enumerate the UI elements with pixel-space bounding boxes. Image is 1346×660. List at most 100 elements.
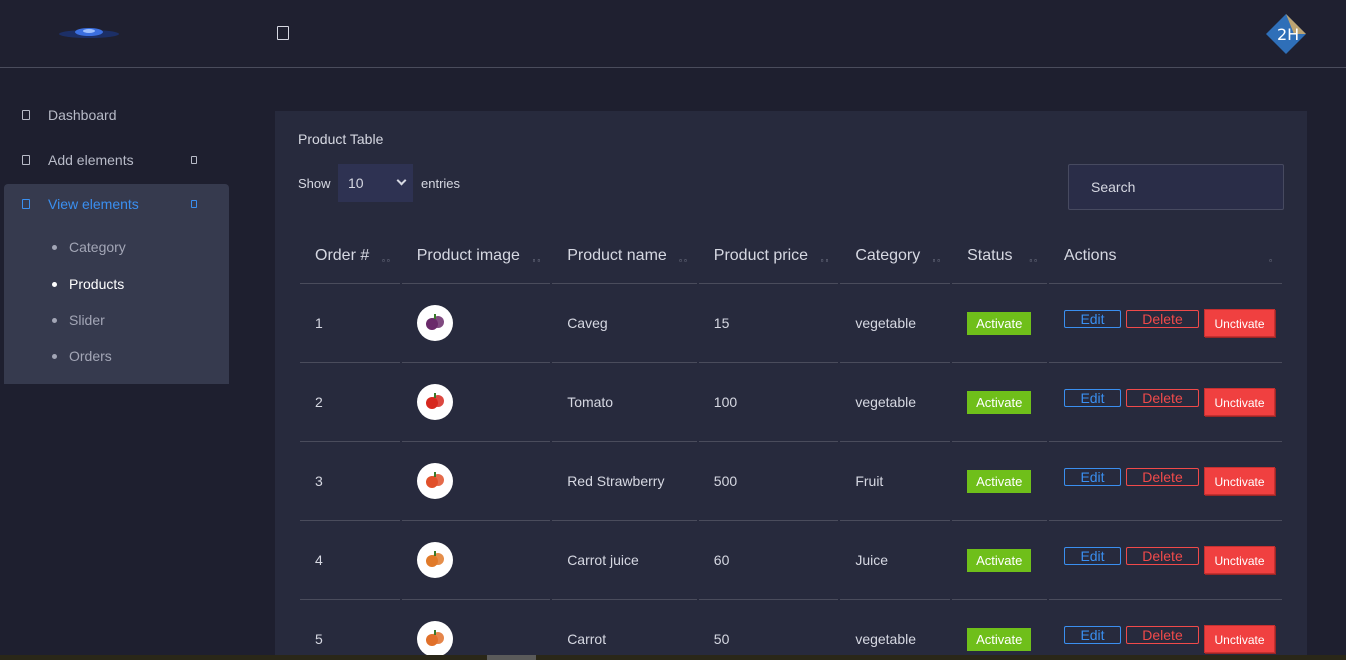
search-placeholder: Search <box>1091 179 1136 195</box>
delete-button[interactable]: Delete <box>1126 547 1199 565</box>
unactivate-button[interactable]: Unctivate <box>1204 309 1275 337</box>
cell-actions: Edit Delete Unctivate <box>1049 600 1282 660</box>
cell-price: 500 <box>698 442 839 521</box>
card-title: Product Table <box>298 131 384 147</box>
column-header-actions[interactable]: Actions ▫ <box>1049 229 1282 284</box>
unactivate-button[interactable]: Unctivate <box>1204 625 1275 653</box>
sort-icon: ▫▫ <box>932 256 943 265</box>
cell-image <box>402 600 550 660</box>
chevron-down-icon <box>396 175 407 186</box>
eye-icon <box>22 199 30 209</box>
svg-text:2H: 2H <box>1277 25 1299 44</box>
bullet-icon <box>52 353 57 359</box>
chevron-icon <box>191 156 197 164</box>
activate-button[interactable]: Activate <box>967 311 1032 335</box>
submenu-item-orders[interactable]: Orders <box>52 348 112 364</box>
table-row: 2 Tomato 100 vegetable Activate Edit Del… <box>300 363 1282 442</box>
column-header-name[interactable]: Product name ▫▫ <box>552 229 697 284</box>
sidebar-item-label: Dashboard <box>48 107 117 123</box>
entries-select[interactable]: 10 <box>338 164 413 202</box>
product-table: Order # ▫▫ Product image ▫▫ Product name ▫▫… <box>298 229 1284 660</box>
search-input[interactable]: Search <box>1068 164 1284 210</box>
product-thumbnail[interactable] <box>416 542 453 578</box>
sidebar-item-label: View elements <box>48 196 139 212</box>
submenu-item-label: Products <box>69 276 125 292</box>
cell-status: Activate <box>952 521 1047 600</box>
dashboard-icon <box>22 110 30 120</box>
menu-toggle-icon[interactable] <box>277 26 289 40</box>
chevron-icon <box>191 200 197 208</box>
cell-category: vegetable <box>840 284 951 363</box>
submenu-item-products[interactable]: Products <box>52 276 124 292</box>
product-thumbnail[interactable] <box>416 305 453 341</box>
plus-icon <box>22 155 30 165</box>
cell-category: Fruit <box>840 442 951 521</box>
activate-button[interactable]: Activate <box>967 390 1032 414</box>
edit-button[interactable]: Edit <box>1064 310 1121 328</box>
sidebar-item-add-elements[interactable]: Add elements <box>0 140 232 180</box>
cell-name: Carrot <box>552 600 697 660</box>
table-row: 1 Caveg 15 vegetable Activate Edit Delet… <box>300 284 1282 363</box>
cell-actions: Edit Delete Unctivate <box>1049 284 1282 363</box>
sidebar-item-dashboard[interactable]: Dashboard <box>0 95 232 135</box>
submenu-item-label: Orders <box>69 348 112 364</box>
brand-logo[interactable] <box>56 24 122 42</box>
edit-button[interactable]: Edit <box>1064 389 1121 407</box>
horizontal-scrollbar[interactable] <box>0 655 1346 660</box>
delete-button[interactable]: Delete <box>1126 310 1199 328</box>
activate-button[interactable]: Activate <box>967 548 1032 572</box>
delete-button[interactable]: Delete <box>1126 389 1199 407</box>
cell-actions: Edit Delete Unctivate <box>1049 442 1282 521</box>
cell-status: Activate <box>952 363 1047 442</box>
show-label: Show <box>298 176 331 191</box>
edit-button[interactable]: Edit <box>1064 547 1121 565</box>
column-header-image[interactable]: Product image ▫▫ <box>401 229 551 284</box>
cell-price: 100 <box>698 363 839 442</box>
unactivate-button[interactable]: Unctivate <box>1204 546 1275 574</box>
delete-button[interactable]: Delete <box>1126 468 1199 486</box>
activate-button[interactable]: Activate <box>967 627 1032 651</box>
cell-status: Activate <box>952 600 1047 660</box>
product-thumbnail[interactable] <box>416 463 453 499</box>
submenu-item-label: Category <box>69 239 126 255</box>
activate-button[interactable]: Activate <box>967 469 1032 493</box>
scrollbar-thumb[interactable] <box>487 655 536 660</box>
sort-icon: ▫▫ <box>1029 256 1039 265</box>
table-row: 4 Carrot juice 60 Juice Activate Edit De… <box>300 521 1282 600</box>
entries-value: 10 <box>348 175 364 191</box>
cell-image <box>401 521 551 600</box>
cell-price: 50 <box>699 600 839 660</box>
cell-price: 60 <box>698 521 839 600</box>
sidebar-item-label: Add elements <box>48 152 134 168</box>
cell-category: vegetable <box>840 363 951 442</box>
cell-image <box>401 442 551 521</box>
submenu-item-label: Slider <box>69 312 105 328</box>
sidebar-item-view-elements[interactable]: View elements <box>0 184 232 224</box>
user-avatar[interactable]: 2H <box>1264 12 1308 56</box>
sort-icon: ▫▫ <box>820 256 831 265</box>
cell-name: Carrot juice <box>552 521 697 600</box>
bullet-icon <box>52 317 57 323</box>
product-thumbnail[interactable] <box>416 621 453 657</box>
column-header-status[interactable]: Status ▫▫ <box>952 229 1047 284</box>
sort-icon: ▫▫ <box>382 256 392 265</box>
column-header-order[interactable]: Order # ▫▫ <box>300 229 400 284</box>
sort-icon: ▫▫ <box>679 256 689 265</box>
column-header-price[interactable]: Product price ▫▫ <box>698 229 839 284</box>
cell-status: Activate <box>952 442 1047 521</box>
unactivate-button[interactable]: Unctivate <box>1204 467 1275 495</box>
table-row: 5 Carrot 50 vegetable Activate Edit Dele… <box>300 600 1282 660</box>
unactivate-button[interactable]: Unctivate <box>1204 388 1275 416</box>
cell-order: 2 <box>300 363 400 442</box>
edit-button[interactable]: Edit <box>1064 468 1121 486</box>
submenu-item-slider[interactable]: Slider <box>52 312 105 328</box>
delete-button[interactable]: Delete <box>1126 626 1199 644</box>
sort-icon: ▫ <box>1269 256 1274 265</box>
edit-button[interactable]: Edit <box>1064 626 1121 644</box>
sort-icon: ▫▫ <box>532 256 543 265</box>
submenu-item-category[interactable]: Category <box>52 239 126 255</box>
cell-category: Juice <box>840 521 951 600</box>
product-thumbnail[interactable] <box>416 384 453 420</box>
column-header-category[interactable]: Category ▫▫ <box>840 229 951 284</box>
bullet-icon <box>52 281 57 287</box>
